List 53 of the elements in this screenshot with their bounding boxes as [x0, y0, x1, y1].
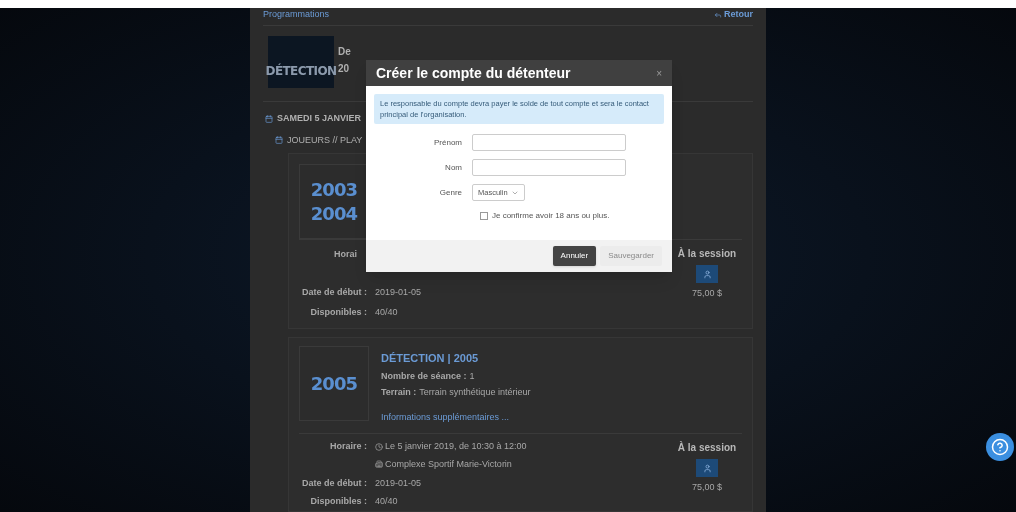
price-label: À la session	[677, 440, 737, 455]
help-button[interactable]	[986, 433, 1014, 461]
breadcrumb-link[interactable]: Programmations	[263, 7, 330, 22]
clock-icon	[375, 442, 383, 451]
detail-label: Terrain :	[381, 386, 417, 399]
category-heading: JOUEURS // PLAY	[287, 133, 363, 147]
year-text: 2004	[310, 201, 358, 226]
text-input[interactable]	[472, 159, 626, 176]
checkbox-label: Je confirme avoir 18 ans ou plus.	[492, 210, 610, 222]
dialog-title: Créer le compte du détenteur	[376, 63, 571, 83]
schedule-place: Complexe Sportif Marie-Victorin	[385, 457, 512, 471]
add-person-button[interactable]	[696, 459, 718, 477]
schedule-time: Le 5 janvier 2019, de 10:30 à 12:00	[385, 440, 527, 453]
price-label: À la session	[677, 246, 737, 261]
field-label: Disponibles :	[309, 495, 367, 507]
year-text: 2005	[310, 371, 358, 396]
field-label: Nom	[444, 161, 462, 174]
text-input[interactable]	[472, 134, 626, 151]
field-value: 2019-01-05	[375, 477, 422, 489]
field-value: 40/40	[375, 495, 398, 507]
session-title: DÉTECTION | 2005	[381, 351, 480, 366]
field-label: Horai	[333, 248, 357, 260]
event-title: De	[338, 45, 351, 59]
help-icon	[991, 438, 1009, 456]
field-value: 2019-01-05	[375, 286, 422, 298]
building-icon	[375, 460, 383, 469]
calendar-icon	[275, 136, 283, 145]
checkbox[interactable]	[480, 212, 488, 220]
price-text: 75,00 $	[692, 481, 722, 494]
person-icon	[702, 269, 712, 279]
field-label: Genre	[438, 186, 462, 199]
field-value: 40/40	[375, 306, 398, 318]
field-label: Horaire :	[329, 440, 367, 453]
field-label: Prénom	[433, 136, 462, 149]
price-text: 75,00 $	[692, 287, 722, 300]
person-icon	[702, 463, 712, 473]
add-person-button[interactable]	[696, 265, 718, 283]
close-button[interactable]: ×	[656, 65, 662, 81]
more-info-link[interactable]: Informations supplémentaires ...	[381, 410, 531, 424]
field-label: Disponibles :	[309, 306, 367, 318]
detail-value: 1	[469, 369, 475, 383]
event-date: 20	[338, 62, 351, 76]
field-label: Date de début :	[301, 286, 367, 298]
logo-text: DÉTECTION	[265, 62, 337, 80]
calendar-icon	[265, 114, 273, 123]
day-heading: SAMEDI 5 JANVIER	[277, 112, 362, 125]
back-link[interactable]: Retour	[714, 7, 753, 22]
year-text: 2003	[310, 177, 358, 202]
field-label: Date de début :	[301, 477, 367, 489]
detail-value: Terrain synthétique intérieur	[419, 386, 531, 399]
detail-label: Nombre de séance :	[381, 369, 467, 383]
reply-icon	[714, 10, 722, 19]
cancel-button[interactable]: Annuler	[552, 246, 597, 266]
